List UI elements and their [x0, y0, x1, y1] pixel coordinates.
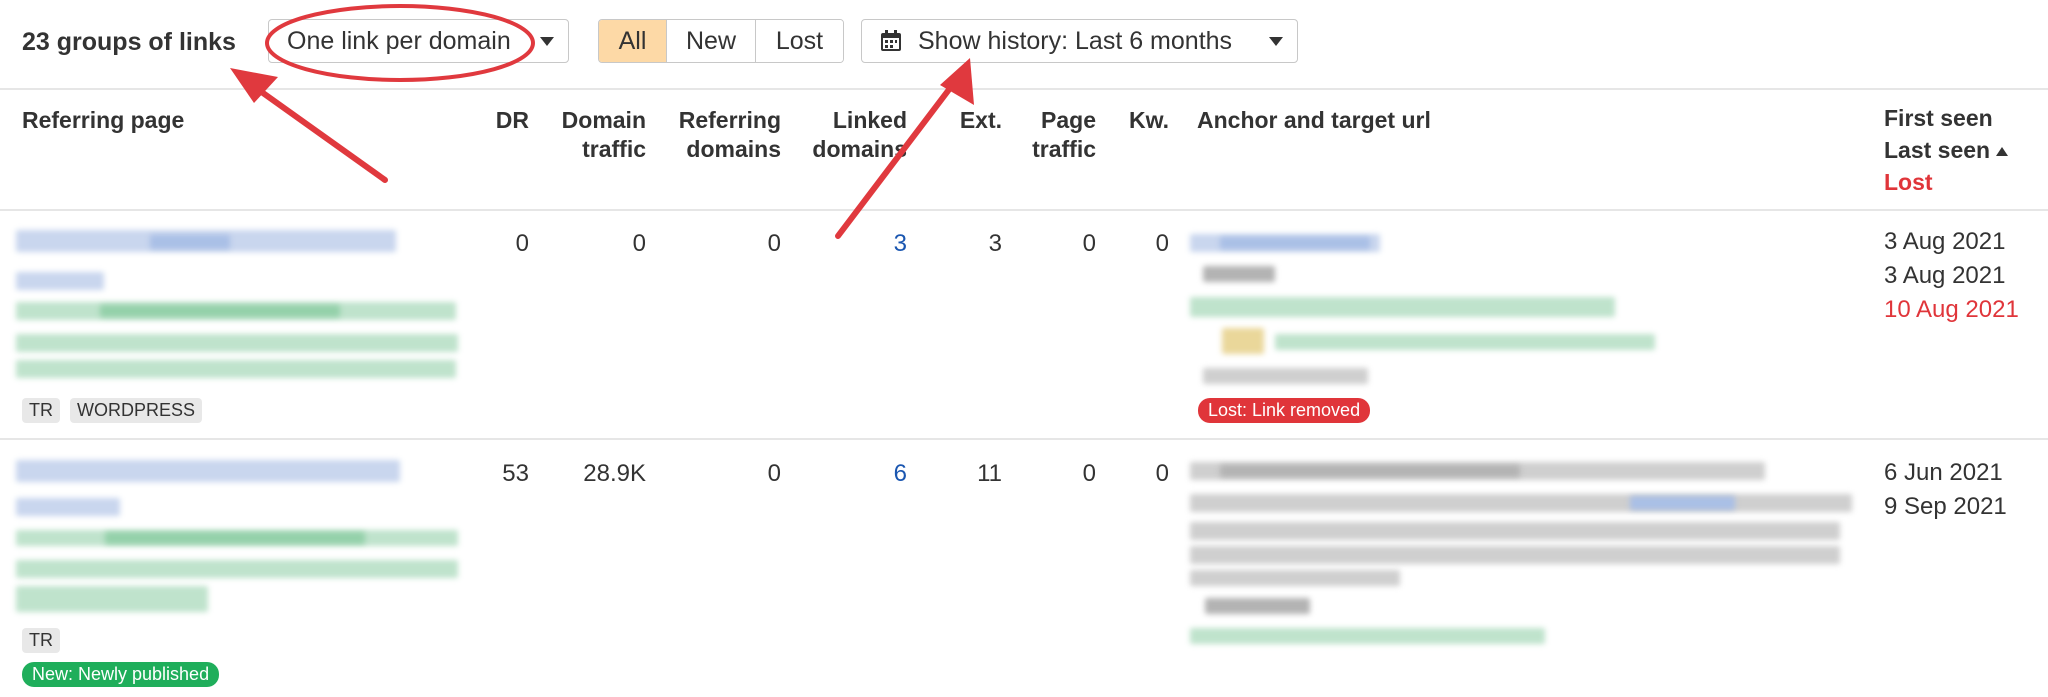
- header-last-seen: Last seen: [1884, 134, 2009, 166]
- last-seen-date: 9 Sep 2021: [1884, 493, 2007, 520]
- segment-lost[interactable]: Lost: [756, 20, 843, 62]
- header-linked-domains[interactable]: Linked domains: [795, 106, 907, 164]
- lost-date: 10 Aug 2021: [1884, 296, 2019, 323]
- status-badge-lost: Lost: Link removed: [1198, 398, 1371, 423]
- header-lost: Lost: [1884, 169, 1933, 195]
- cell-domain-traffic: 0: [632, 230, 646, 257]
- last-seen-date: 3 Aug 2021: [1884, 262, 2006, 289]
- first-seen-date: 6 Jun 2021: [1884, 459, 2003, 486]
- toolbar-divider: [0, 88, 2048, 90]
- header-last-seen-label: Last seen: [1884, 137, 1991, 163]
- groups-count-title: 23 groups of links: [22, 28, 236, 56]
- segment-new[interactable]: New: [667, 20, 756, 62]
- segment-all[interactable]: All: [599, 20, 667, 62]
- cell-dr: 53: [502, 460, 529, 487]
- cell-linked-domains-link[interactable]: 3: [795, 230, 907, 258]
- annotation-arrow-shaft-left: [239, 75, 388, 183]
- history-label: Show history: Last 6 months: [918, 26, 1233, 55]
- row-divider: [0, 438, 2048, 440]
- header-referring-domains-line1: Referring: [678, 107, 781, 133]
- header-linked-domains-line1: Linked: [832, 107, 907, 133]
- header-page-traffic-line1: Page: [1041, 107, 1096, 133]
- cell-kw: 0: [1155, 230, 1169, 257]
- header-domain-traffic-line2: traffic: [582, 136, 646, 162]
- cell-dr: 0: [515, 230, 529, 257]
- header-domain-traffic-line1: Domain: [561, 107, 646, 133]
- header-first-seen: First seen: [1884, 105, 1993, 131]
- header-referring-domains[interactable]: Referring domains: [660, 106, 781, 164]
- caret-down-icon: [1269, 36, 1283, 46]
- header-linked-domains-line2: domains: [812, 136, 907, 162]
- header-referring-domains-line2: domains: [686, 136, 781, 162]
- tag-wordpress: WORDPRESS: [70, 398, 203, 423]
- header-anchor-target-url[interactable]: Anchor and target url: [1197, 106, 1431, 135]
- cell-referring-domains: 0: [767, 460, 781, 487]
- calendar-icon: [881, 30, 901, 51]
- header-kw[interactable]: Kw.: [1110, 106, 1169, 135]
- cell-ext: 3: [988, 230, 1002, 257]
- first-seen-date: 3 Aug 2021: [1884, 228, 2006, 255]
- header-page-traffic-line2: traffic: [1032, 136, 1096, 162]
- cell-page-traffic: 0: [1082, 230, 1096, 257]
- header-ext[interactable]: Ext.: [940, 106, 1002, 135]
- header-divider: [0, 209, 2048, 211]
- header-dates[interactable]: First seen Last seen Lost: [1884, 102, 2009, 198]
- status-badge-new: New: Newly published: [22, 662, 220, 687]
- tag-tr: TR: [22, 628, 60, 653]
- caret-down-icon: [540, 36, 554, 46]
- header-referring-page[interactable]: Referring page: [22, 106, 184, 135]
- domain-filter-dropdown[interactable]: One link per domain: [268, 19, 569, 63]
- tag-tr: TR: [22, 398, 60, 423]
- header-dr[interactable]: DR: [470, 106, 529, 135]
- header-domain-traffic[interactable]: Domain traffic: [540, 106, 646, 164]
- history-dropdown[interactable]: Show history: Last 6 months: [861, 19, 1298, 63]
- cell-linked-domains-link[interactable]: 6: [795, 460, 907, 488]
- sort-ascending-icon: [1996, 147, 2009, 157]
- cell-referring-domains: 0: [767, 230, 781, 257]
- toolbar: 23 groups of links One link per domain A…: [0, 0, 2048, 88]
- domain-filter-label: One link per domain: [287, 26, 511, 55]
- cell-page-traffic: 0: [1082, 460, 1096, 487]
- link-status-segmented-control: All New Lost: [598, 19, 844, 63]
- cell-kw: 0: [1155, 460, 1169, 487]
- header-page-traffic[interactable]: Page traffic: [1010, 106, 1096, 164]
- cell-ext: 11: [977, 460, 1002, 487]
- cell-domain-traffic: 28.9K: [583, 460, 646, 487]
